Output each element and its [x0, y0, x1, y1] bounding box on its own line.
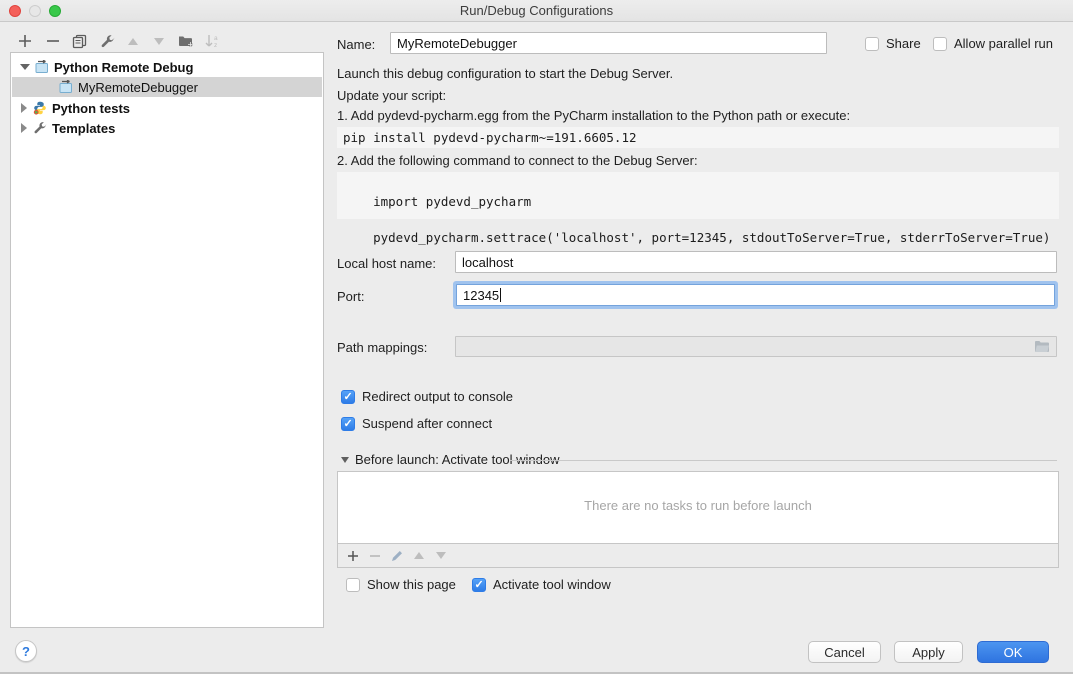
import-code-block: import pydevd_pycharm pydevd_pycharm.set…	[337, 172, 1059, 219]
add-configuration-button[interactable]	[16, 32, 34, 50]
remove-task-button	[364, 547, 386, 565]
move-task-down-icon	[430, 547, 452, 565]
local-host-value: localhost	[462, 255, 513, 270]
move-up-icon	[124, 32, 142, 50]
add-task-button[interactable]	[342, 547, 364, 565]
tree-item-templates[interactable]: Templates	[12, 118, 322, 138]
move-task-up-icon	[408, 547, 430, 565]
name-input[interactable]: MyRemoteDebugger	[390, 32, 827, 54]
tree-item-label: Python Remote Debug	[54, 60, 193, 75]
local-host-name-label: Local host name:	[337, 256, 436, 271]
checkbox-box	[346, 578, 360, 592]
chevron-right-icon[interactable]	[21, 103, 27, 113]
activate-tool-window-checkbox[interactable]: Activate tool window	[472, 577, 611, 592]
run-debug-configurations-dialog: Run/Debug Configurations a z	[0, 0, 1073, 674]
port-input[interactable]: 12345	[456, 284, 1055, 306]
new-folder-icon[interactable]	[177, 32, 195, 50]
remove-configuration-button[interactable]	[44, 32, 62, 50]
before-launch-task-list: There are no tasks to run before launch	[337, 471, 1059, 544]
checkbox-box	[933, 37, 947, 51]
run-config-icon	[34, 60, 50, 74]
intro-text: Launch this debug configuration to start…	[337, 66, 673, 81]
cancel-label: Cancel	[824, 645, 864, 660]
ok-button[interactable]: OK	[977, 641, 1049, 663]
name-label: Name:	[337, 37, 375, 52]
port-label: Port:	[337, 289, 364, 304]
ok-label: OK	[1004, 645, 1023, 660]
tree-item-python-tests[interactable]: Python tests	[12, 98, 322, 118]
show-this-page-checkbox[interactable]: Show this page	[346, 577, 456, 592]
checkbox-box-checked	[472, 578, 486, 592]
path-mappings-label: Path mappings:	[337, 340, 427, 355]
tree-item-label: MyRemoteDebugger	[78, 80, 198, 95]
help-glyph: ?	[22, 644, 30, 659]
run-config-icon	[58, 80, 74, 94]
configurations-tree: Python Remote Debug MyRemoteDebugger Pyt…	[10, 52, 324, 628]
python-tests-icon	[32, 101, 48, 115]
move-down-icon	[150, 32, 168, 50]
step1-text: 1. Add pydevd-pycharm.egg from the PyCha…	[337, 108, 850, 123]
section-divider	[510, 460, 1057, 461]
checkbox-label: Allow parallel run	[954, 36, 1053, 51]
checkbox-label: Activate tool window	[493, 577, 611, 592]
path-mappings-input	[455, 336, 1057, 357]
name-input-value: MyRemoteDebugger	[397, 36, 517, 51]
checkbox-label: Suspend after connect	[362, 416, 492, 431]
copy-configuration-icon[interactable]	[70, 32, 88, 50]
update-script-text: Update your script:	[337, 88, 446, 103]
sort-alphabetically-icon: a z	[203, 32, 221, 50]
checkbox-label: Redirect output to console	[362, 389, 513, 404]
tree-item-label: Python tests	[52, 101, 130, 116]
browse-folder-icon[interactable]	[1034, 340, 1050, 353]
edit-templates-wrench-icon[interactable]	[98, 32, 116, 50]
tree-item-label: Templates	[52, 121, 115, 136]
svg-text:z: z	[214, 42, 217, 49]
edit-task-pencil-icon	[386, 547, 408, 565]
help-button[interactable]: ?	[15, 640, 37, 662]
window-title: Run/Debug Configurations	[0, 3, 1073, 18]
import-code-line2: pydevd_pycharm.settrace('localhost', por…	[373, 230, 1050, 245]
chevron-right-icon[interactable]	[21, 123, 27, 133]
local-host-name-input[interactable]: localhost	[455, 251, 1057, 273]
checkbox-box-checked	[341, 390, 355, 404]
share-checkbox[interactable]: Share	[865, 36, 921, 51]
text-caret	[500, 288, 501, 302]
checkbox-label: Share	[886, 36, 921, 51]
apply-button[interactable]: Apply	[894, 641, 963, 663]
import-code-line1: import pydevd_pycharm	[373, 194, 531, 209]
suspend-after-connect-checkbox[interactable]: Suspend after connect	[341, 416, 492, 431]
checkbox-label: Show this page	[367, 577, 456, 592]
step2-text: 2. Add the following command to connect …	[337, 153, 698, 168]
checkbox-box	[865, 37, 879, 51]
empty-tasks-message: There are no tasks to run before launch	[338, 498, 1058, 513]
chevron-down-icon[interactable]	[20, 64, 30, 70]
before-launch-toolbar	[337, 544, 1059, 568]
pip-install-code: pip install pydevd-pycharm~=191.6605.12	[337, 127, 1059, 148]
checkbox-box-checked	[341, 417, 355, 431]
allow-parallel-run-checkbox[interactable]: Allow parallel run	[933, 36, 1053, 51]
title-bar[interactable]: Run/Debug Configurations	[0, 0, 1073, 22]
cancel-button[interactable]: Cancel	[808, 641, 881, 663]
tree-item-myremotedebugger-selected[interactable]: MyRemoteDebugger	[12, 77, 322, 97]
redirect-output-checkbox[interactable]: Redirect output to console	[341, 389, 513, 404]
port-value: 12345	[463, 288, 499, 303]
wrench-icon	[32, 121, 48, 135]
apply-label: Apply	[912, 645, 945, 660]
svg-text:a: a	[214, 35, 218, 42]
collapse-triangle-icon[interactable]	[341, 457, 349, 463]
tree-item-python-remote-debug[interactable]: Python Remote Debug	[12, 57, 322, 77]
